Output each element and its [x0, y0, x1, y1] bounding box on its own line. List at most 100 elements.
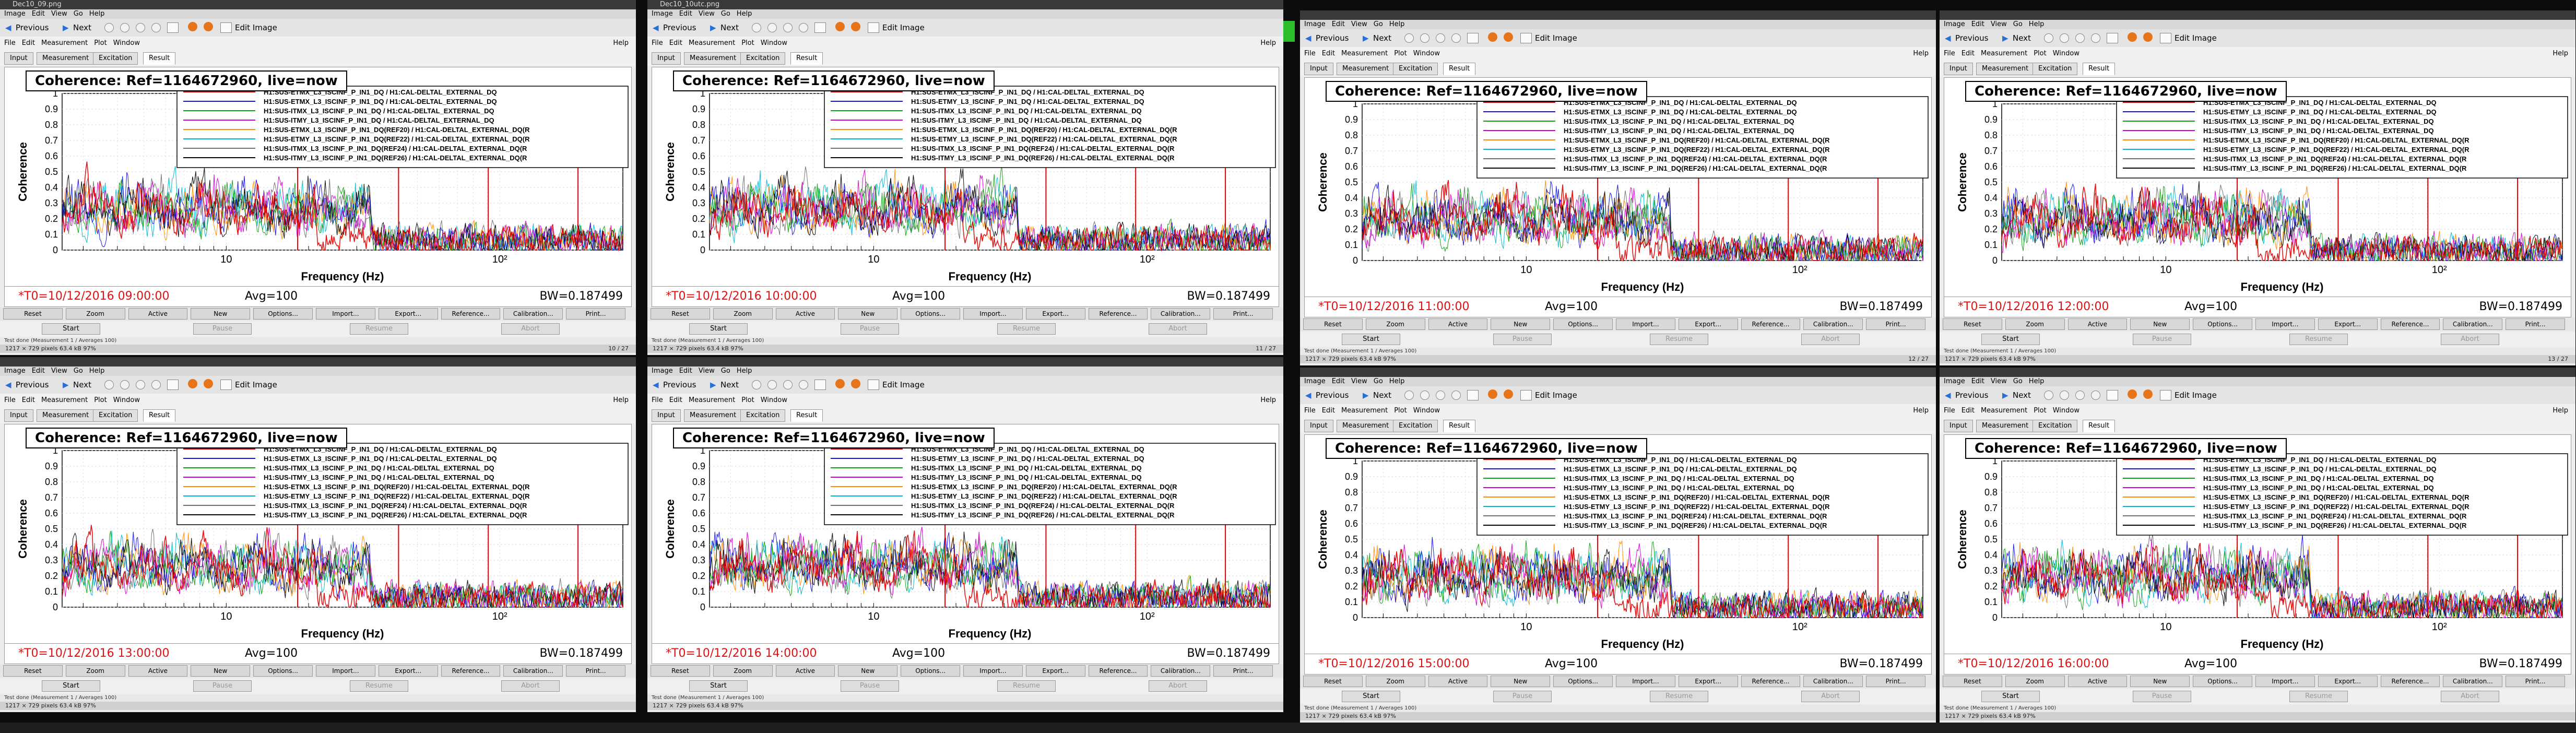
tab-measurement[interactable]: Measurement	[1337, 420, 1395, 432]
menu-image[interactable]: Image	[1304, 377, 1326, 385]
menu-view[interactable]: View	[699, 367, 715, 375]
next-icon[interactable]: ▶	[2002, 391, 2008, 400]
control-button-print[interactable]: Print...	[1213, 308, 1273, 320]
control-button-reference[interactable]: Reference...	[1741, 676, 1801, 687]
control-button-new[interactable]: New	[838, 308, 898, 320]
tab-measurement[interactable]: Measurement	[37, 409, 95, 422]
menu-help[interactable]: Help	[89, 367, 105, 375]
tab-input[interactable]: Input	[1304, 63, 1333, 75]
control-button-options[interactable]: Options...	[253, 665, 313, 677]
next-icon[interactable]: ▶	[710, 23, 716, 32]
previous-icon[interactable]: ◀	[1945, 391, 1951, 400]
resume-button[interactable]: Resume	[997, 680, 1056, 692]
pause-button[interactable]: Pause	[841, 680, 899, 692]
edit-image-button[interactable]: Edit Image	[235, 380, 277, 389]
tab-measurement[interactable]: Measurement	[684, 52, 742, 65]
menu-view[interactable]: View	[1991, 377, 2007, 385]
menu-go[interactable]: Go	[721, 10, 730, 18]
doc-menu-measurement[interactable]: Measurement	[1981, 50, 2027, 57]
menu-edit[interactable]: Edit	[32, 10, 45, 18]
menu-image[interactable]: Image	[1304, 20, 1326, 28]
edit-image-icon[interactable]	[868, 380, 879, 390]
doc-menu-help[interactable]: Help	[1260, 37, 1276, 50]
previous-button[interactable]: Previous	[1955, 391, 1988, 400]
menu-go[interactable]: Go	[721, 367, 730, 375]
doc-menu-window[interactable]: Window	[113, 396, 140, 404]
doc-menu-help[interactable]: Help	[1913, 404, 1929, 418]
rotate-right-icon[interactable]	[204, 379, 213, 388]
control-button-reference[interactable]: Reference...	[1088, 308, 1148, 320]
doc-menu-measurement[interactable]: Measurement	[1341, 50, 1388, 57]
menu-view[interactable]: View	[699, 10, 715, 18]
control-button-export[interactable]: Export...	[1025, 665, 1085, 677]
control-button-zoom[interactable]: Zoom	[2005, 318, 2065, 330]
menu-image[interactable]: Image	[1944, 377, 1965, 385]
previous-icon[interactable]: ◀	[1945, 33, 1951, 43]
rotate-right-icon[interactable]	[851, 22, 860, 31]
zoom-out-icon[interactable]	[1420, 33, 1429, 43]
control-button-calibration[interactable]: Calibration...	[1151, 665, 1211, 677]
doc-menu-help[interactable]: Help	[2553, 404, 2568, 418]
edit-image-icon[interactable]	[2160, 390, 2171, 400]
tab-measurement[interactable]: Measurement	[37, 52, 95, 65]
tab-input[interactable]: Input	[4, 409, 33, 422]
control-button-export[interactable]: Export...	[1025, 308, 1085, 320]
start-button[interactable]: Start	[1342, 334, 1400, 345]
zoom-normal-icon[interactable]	[1436, 391, 1445, 400]
previous-icon[interactable]: ◀	[1305, 391, 1311, 400]
doc-menu-edit[interactable]: Edit	[1961, 50, 1975, 57]
doc-menu-plot[interactable]: Plot	[741, 396, 754, 404]
menu-image[interactable]: Image	[4, 367, 26, 375]
edit-image-button[interactable]: Edit Image	[2175, 33, 2217, 43]
doc-menu-file[interactable]: File	[1304, 407, 1316, 415]
doc-menu-edit[interactable]: Edit	[1322, 50, 1335, 57]
zoom-fit-icon[interactable]	[799, 23, 808, 32]
menu-help[interactable]: Help	[2029, 20, 2045, 28]
tab-result[interactable]: Result	[2083, 63, 2116, 75]
pause-button[interactable]: Pause	[1493, 691, 1552, 702]
control-button-export[interactable]: Export...	[1678, 676, 1738, 687]
doc-menu-window[interactable]: Window	[1413, 50, 1440, 57]
control-button-print[interactable]: Print...	[1866, 318, 1925, 330]
control-button-reset[interactable]: Reset	[1303, 318, 1363, 330]
menu-edit[interactable]: Edit	[1332, 377, 1345, 385]
zoom-in-icon[interactable]	[752, 380, 761, 389]
next-button[interactable]: Next	[2013, 33, 2031, 43]
control-button-reset[interactable]: Reset	[1943, 318, 2002, 330]
rotate-left-icon[interactable]	[2128, 32, 2137, 42]
control-button-print[interactable]: Print...	[566, 308, 625, 320]
abort-button[interactable]: Abort	[1801, 334, 1860, 345]
control-button-calibration[interactable]: Calibration...	[503, 665, 563, 677]
tab-result[interactable]: Result	[143, 52, 176, 65]
control-button-new[interactable]: New	[838, 665, 898, 677]
control-button-new[interactable]: New	[191, 665, 251, 677]
tab-measurement[interactable]: Measurement	[1976, 420, 2035, 432]
menu-view[interactable]: View	[1351, 377, 1367, 385]
control-button-zoom[interactable]: Zoom	[713, 665, 773, 677]
control-button-calibration[interactable]: Calibration...	[503, 308, 563, 320]
pause-button[interactable]: Pause	[2133, 691, 2191, 702]
zoom-in-icon[interactable]	[2044, 33, 2053, 43]
resume-button[interactable]: Resume	[1650, 691, 1708, 702]
control-button-reference[interactable]: Reference...	[441, 665, 501, 677]
doc-menu-plot[interactable]: Plot	[94, 39, 107, 47]
control-button-print[interactable]: Print...	[2506, 318, 2565, 330]
edit-image-button[interactable]: Edit Image	[235, 23, 277, 32]
abort-button[interactable]: Abort	[2441, 334, 2499, 345]
doc-menu-window[interactable]: Window	[2053, 407, 2079, 415]
tab-input[interactable]: Input	[4, 52, 33, 65]
control-button-zoom[interactable]: Zoom	[65, 308, 125, 320]
fullscreen-icon[interactable]	[167, 380, 179, 390]
control-button-calibration[interactable]: Calibration...	[2443, 676, 2503, 687]
control-button-import[interactable]: Import...	[963, 308, 1023, 320]
menu-view[interactable]: View	[51, 10, 67, 18]
pause-button[interactable]: Pause	[1493, 334, 1552, 345]
control-button-active[interactable]: Active	[128, 308, 188, 320]
doc-menu-plot[interactable]: Plot	[1394, 407, 1407, 415]
tab-result[interactable]: Result	[2083, 420, 2116, 432]
menu-go[interactable]: Go	[74, 367, 83, 375]
control-button-import[interactable]: Import...	[1616, 318, 1675, 330]
control-button-options[interactable]: Options...	[901, 665, 960, 677]
control-button-reset[interactable]: Reset	[651, 308, 710, 320]
doc-menu-help[interactable]: Help	[1913, 47, 1929, 61]
